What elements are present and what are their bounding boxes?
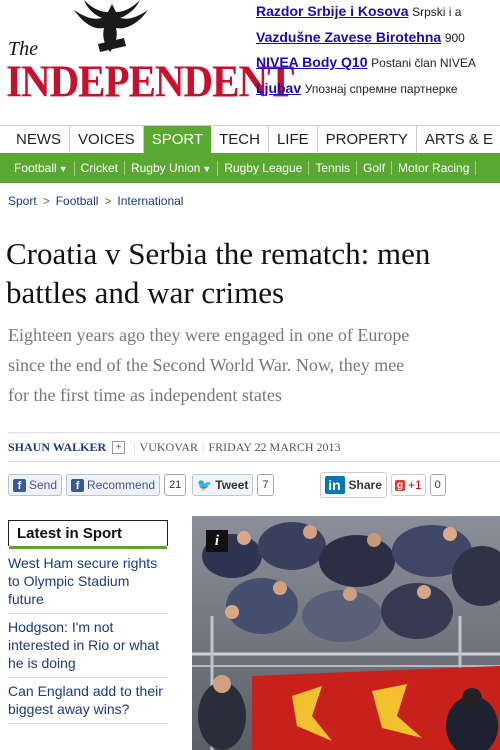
nav-item-property[interactable]: PROPERTY <box>318 126 417 154</box>
facebook-icon: f <box>13 478 26 492</box>
breadcrumb-separator: > <box>42 194 50 208</box>
ad-item: NIVEA Body Q10 Postani član NIVEA <box>256 51 500 77</box>
breadcrumb-football[interactable]: Football <box>56 194 99 208</box>
facebook-send-button[interactable]: f Send <box>8 474 63 496</box>
ad-text: 900 <box>444 30 465 45</box>
ad-link[interactable]: NIVEA Body Q10 <box>256 54 368 70</box>
ad-link[interactable]: Razdor Srbije i Kosova <box>256 3 408 19</box>
google-plus-icon: g <box>394 479 405 491</box>
nav-item-tech[interactable]: TECH <box>211 126 269 154</box>
nav-item-news[interactable]: NEWS <box>0 126 70 154</box>
subnav-item-rugby-union[interactable]: Rugby Union ▼ <box>125 160 219 176</box>
standfirst-line: Eighteen years ago they were engaged in … <box>8 325 410 345</box>
gplus-count: 0 <box>429 474 446 496</box>
linkedin-icon: in <box>324 476 345 494</box>
facebook-icon: f <box>71 478 85 492</box>
article-standfirst: Eighteen years ago they were engaged in … <box>8 320 500 410</box>
nav-item-sport[interactable]: SPORT <box>143 126 212 154</box>
subnav-item-cricket[interactable]: Cricket <box>75 161 125 175</box>
ad-link[interactable]: Ljubav <box>256 80 301 96</box>
ad-text: Srpski i a <box>412 5 462 19</box>
author-name[interactable]: SHAUN WALKER <box>8 440 106 455</box>
subnav-item-golf[interactable]: Golf <box>357 161 393 175</box>
nav-item-voices[interactable]: VOICES <box>70 126 144 154</box>
facebook-recommend-button[interactable]: f Recommend <box>66 474 161 496</box>
crowd-scene-image <box>192 516 500 750</box>
latest-in-sport-panel: Latest in Sport West Ham secure rights t… <box>8 520 168 724</box>
standfirst-line: for the first time as independent states <box>8 385 282 405</box>
eagle-logo-icon <box>74 0 148 52</box>
sidebar-title: Latest in Sport <box>8 520 168 546</box>
tweet-count: 7 <box>257 474 274 496</box>
subnav-item-motor-racing[interactable]: Motor Racing <box>392 161 477 175</box>
article-photo: i <box>192 516 500 750</box>
recommend-label: Recommend <box>87 478 156 492</box>
nav-item-life[interactable]: LIFE <box>269 126 318 154</box>
send-label: Send <box>29 478 58 492</box>
article-byline: SHAUN WALKER + | VUKOVAR | FRIDAY 22 MAR… <box>8 432 500 462</box>
subnav-label: Football <box>14 160 57 175</box>
subnav-item-rugby-league[interactable]: Rugby League <box>218 161 310 175</box>
breadcrumb-international[interactable]: International <box>117 194 183 208</box>
follow-author-plus-icon[interactable]: + <box>112 440 126 454</box>
sport-subnav: Football ▼ Cricket Rugby Union ▼ Rugby Lea… <box>0 153 500 183</box>
gplus-label: +1 <box>407 478 422 492</box>
ad-item: Razdor Srbije i Kosova Srpski i a <box>256 0 500 26</box>
site-logo[interactable]: The INDEPENDENT <box>0 0 294 110</box>
sidebar-story-link[interactable]: Can England add to their biggest away wi… <box>8 678 168 724</box>
main-nav: NEWS VOICES SPORT TECH LIFE PROPERTY ART… <box>0 125 500 154</box>
logo-wordmark: INDEPENDENT <box>6 55 294 107</box>
byline-date: FRIDAY 22 MARCH 2013 <box>208 439 341 454</box>
subnav-item-football[interactable]: Football ▼ <box>0 160 75 176</box>
byline-divider: | <box>133 439 136 454</box>
tweet-button[interactable]: 🐦 Tweet <box>192 474 254 496</box>
standfirst-line: since the end of the Second World War. N… <box>8 355 405 375</box>
social-share-bar: f Send f Recommend 21 🐦 Tweet 7 in Share g +1… <box>8 471 500 499</box>
caret-down-icon: ▼ <box>202 163 212 174</box>
subnav-item-tennis[interactable]: Tennis <box>309 161 358 175</box>
sidebar-story-link[interactable]: West Ham secure rights to Olympic Stadiu… <box>8 546 168 614</box>
photo-info-icon[interactable]: i <box>206 530 228 552</box>
share-label: Share <box>348 478 382 492</box>
subnav-label: Rugby Union <box>130 160 201 175</box>
nav-item-arts[interactable]: ARTS & E <box>417 126 500 154</box>
twitter-bird-icon: 🐦 <box>197 478 213 492</box>
headline-line: battles and war crimes <box>6 275 285 310</box>
ad-text: Упознај спремне партнерке <box>304 81 458 96</box>
google-plus-button[interactable]: g +1 <box>390 474 426 496</box>
byline-divider: | <box>202 439 205 454</box>
article-headline: Croatia v Serbia the rematch: men battle… <box>6 234 500 312</box>
recommend-count: 21 <box>164 474 187 496</box>
tweet-label: Tweet <box>215 478 249 492</box>
ad-item: Vazdušne Zavese Birotehna 900 <box>256 26 500 52</box>
sponsored-links: Razdor Srbije i Kosova Srpski i a Vazduš… <box>256 0 500 102</box>
byline-location: VUKOVAR <box>139 439 198 454</box>
ad-link[interactable]: Vazdušne Zavese Birotehna <box>256 29 441 45</box>
breadcrumb: Sport > Football > International <box>8 194 183 208</box>
ad-item: Ljubav Упознај спремне партнерке <box>256 77 500 103</box>
sidebar-story-link[interactable]: Hodgson: I'm not interested in Rio or wh… <box>8 614 168 678</box>
linkedin-share-button[interactable]: in Share <box>319 472 387 498</box>
ad-text: Postani član NIVEA <box>371 56 476 70</box>
caret-down-icon: ▼ <box>58 163 68 174</box>
headline-line: Croatia v Serbia the rematch: men <box>6 236 431 271</box>
breadcrumb-sport[interactable]: Sport <box>8 194 37 208</box>
breadcrumb-separator: > <box>104 194 112 208</box>
